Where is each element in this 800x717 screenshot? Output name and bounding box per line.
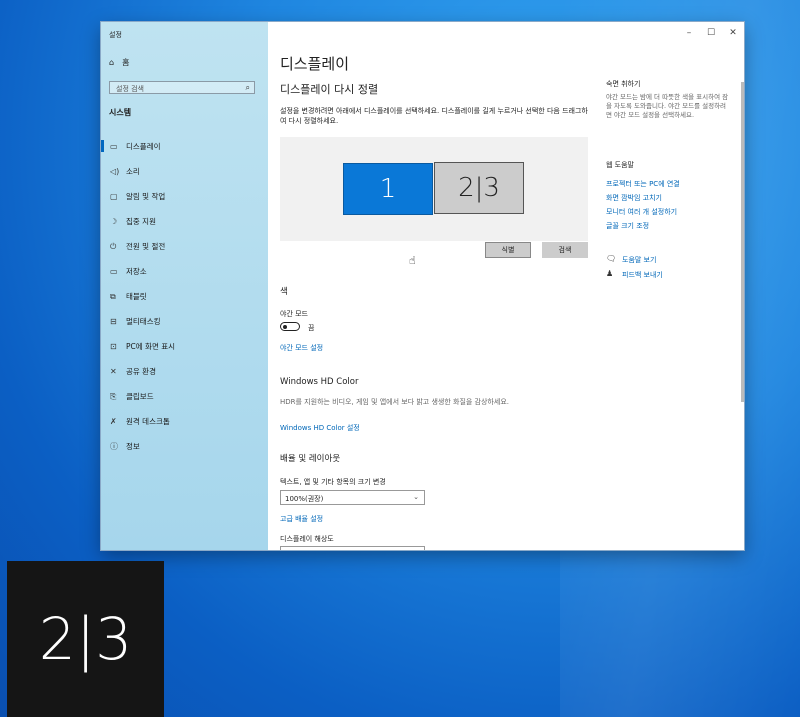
scale-label: 텍스트, 앱 및 기타 항목의 크기 변경 [280, 478, 386, 486]
chevron-down-icon: ⌄ [413, 493, 419, 501]
sidebar-item-notifications[interactable]: ▢ 알림 및 작업 [101, 184, 268, 209]
night-mode-state: 끔 [308, 324, 315, 332]
sidebar-item-display[interactable]: ▭ 디스플레이 [101, 134, 268, 159]
share-icon: ✕ [110, 367, 117, 376]
tablet-icon: ⧉ [110, 291, 116, 301]
search-placeholder: 설정 검색 [116, 85, 144, 93]
sidebar-item-tablet[interactable]: ⧉ 태블릿 [101, 284, 268, 309]
help-chat-icon: 🗨 [606, 254, 617, 263]
rearrange-description: 설정을 변경하려면 아래에서 디스플레이를 선택하세요. 디스플레이를 길게 누… [280, 107, 588, 125]
night-mode-label: 야간 모드 [280, 310, 308, 318]
night-mode-settings-link[interactable]: 야간 모드 설정 [280, 343, 323, 353]
scale-dropdown[interactable]: 100%(권장) ⌄ [280, 490, 425, 505]
sidebar-item-label: 전원 및 절전 [126, 242, 166, 251]
scale-value: 100%(권장) [285, 495, 324, 503]
sidebar-item-label: 알림 및 작업 [126, 192, 166, 201]
sidebar-item-label: 정보 [126, 442, 140, 451]
scale-heading: 배율 및 레이아웃 [280, 454, 341, 464]
detect-button[interactable]: 검색 [542, 242, 588, 258]
help-link-multi-monitor[interactable]: 모니터 여러 개 설정하기 [606, 207, 677, 217]
monitor-icon: ▭ [110, 142, 118, 151]
resolution-label: 디스플레이 해상도 [280, 535, 334, 543]
feedback-link[interactable]: 피드백 보내기 [622, 270, 663, 280]
sidebar-item-remote[interactable]: ✗ 원격 데스크톱 [101, 409, 268, 434]
notification-icon: ▢ [110, 192, 118, 201]
mouse-cursor-icon: ☝ [409, 254, 416, 267]
help-title: 웹 도움말 [606, 161, 634, 169]
sidebar-item-clipboard[interactable]: ⎘ 클립보드 [101, 384, 268, 409]
info-icon: ⓘ [110, 442, 118, 451]
window-controls: – ☐ ✕ [678, 22, 744, 44]
help-link-font-size[interactable]: 글꼴 크기 조정 [606, 221, 649, 231]
sidebar-item-power[interactable]: ⏻ 전원 및 절전 [101, 234, 268, 259]
sidebar-item-sound[interactable]: ◁) 소리 [101, 159, 268, 184]
maximize-button[interactable]: ☐ [700, 22, 722, 44]
sidebar-item-project[interactable]: ⊡ PC에 화면 표시 [101, 334, 268, 359]
page-title: 디스플레이 [280, 55, 350, 73]
resolution-dropdown[interactable] [280, 546, 425, 550]
storage-icon: ▭ [110, 267, 118, 276]
scrollbar[interactable] [741, 82, 744, 402]
clipboard-icon: ⎘ [110, 391, 117, 401]
hd-color-heading: Windows HD Color [280, 377, 359, 387]
search-icon: ⌕ [245, 83, 250, 92]
home-icon: ⌂ [109, 58, 115, 67]
home-link[interactable]: ⌂ 홈 [109, 57, 129, 68]
sidebar-item-label: 공유 환경 [126, 367, 156, 376]
hd-color-settings-link[interactable]: Windows HD Color 설정 [280, 423, 360, 433]
search-input[interactable]: 설정 검색 ⌕ [109, 81, 255, 94]
sleep-title: 숙면 취하기 [606, 80, 641, 88]
sidebar-item-storage[interactable]: ▭ 저장소 [101, 259, 268, 284]
minimize-button[interactable]: – [678, 22, 700, 44]
sidebar-item-label: 클립보드 [126, 392, 154, 401]
help-link-connect[interactable]: 프로젝터 또는 PC에 연결 [606, 179, 680, 189]
project-icon: ⊡ [110, 342, 117, 351]
sidebar-nav: ▭ 디스플레이 ◁) 소리 ▢ 알림 및 작업 ☽ 집중 지원 ⏻ 전원 및 절전 ▭ 저장… [101, 134, 268, 459]
color-heading: 색 [280, 287, 288, 297]
sidebar-item-label: 디스플레이 [126, 142, 161, 151]
sidebar: 설정 ⌂ 홈 설정 검색 ⌕ 시스템 ▭ 디스플레이 ◁) 소리 ▢ 알림 및 작업 … [101, 22, 268, 550]
advanced-scale-link[interactable]: 고급 배율 설정 [280, 514, 323, 524]
monitor-1[interactable]: 1 [343, 163, 433, 215]
sidebar-item-label: 저장소 [126, 267, 147, 276]
section-title: 시스템 [109, 108, 132, 117]
close-button[interactable]: ✕ [722, 22, 744, 44]
display-arrangement-area[interactable]: 1 2|3 [280, 137, 588, 241]
hd-color-description: HDR를 지원하는 비디오, 게임 및 앱에서 보다 밝고 생생한 화질을 감상… [280, 398, 509, 406]
rearrange-heading: 디스플레이 다시 정렬 [280, 83, 379, 96]
sidebar-item-about[interactable]: ⓘ 정보 [101, 434, 268, 459]
home-label: 홈 [122, 58, 130, 67]
moon-icon: ☽ [110, 217, 118, 226]
identify-overlay: 2|3 [7, 561, 164, 717]
multitask-icon: ⊟ [110, 317, 117, 326]
sidebar-item-focus[interactable]: ☽ 집중 지원 [101, 209, 268, 234]
feedback-icon: ♟ [606, 269, 614, 278]
power-icon: ⏻ [110, 241, 117, 251]
sidebar-item-label: 태블릿 [126, 292, 147, 301]
help-link-flicker[interactable]: 화면 깜박임 고치기 [606, 193, 662, 203]
sleep-description: 야간 모드는 밤에 더 따뜻한 색을 표시하여 잠을 자도록 도와줍니다. 야간… [606, 93, 729, 119]
remote-icon: ✗ [110, 417, 117, 426]
settings-window: 설정 ⌂ 홈 설정 검색 ⌕ 시스템 ▭ 디스플레이 ◁) 소리 ▢ 알림 및 작업 … [101, 22, 744, 550]
speaker-icon: ◁) [110, 167, 120, 176]
sidebar-item-label: 멀티태스킹 [126, 317, 161, 326]
identify-button[interactable]: 식별 [485, 242, 531, 258]
sidebar-item-shared[interactable]: ✕ 공유 환경 [101, 359, 268, 384]
night-mode-toggle[interactable] [280, 322, 300, 331]
sidebar-item-multitasking[interactable]: ⊟ 멀티태스킹 [101, 309, 268, 334]
main-content: – ☐ ✕ 디스플레이 디스플레이 다시 정렬 설정을 변경하려면 아래에서 디… [268, 22, 744, 550]
window-title: 설정 [109, 31, 122, 39]
sidebar-item-label: 집중 지원 [126, 217, 156, 226]
monitor-2[interactable]: 2|3 [434, 162, 524, 214]
sidebar-item-label: PC에 화면 표시 [126, 342, 176, 351]
sidebar-item-label: 원격 데스크톱 [126, 417, 170, 426]
sidebar-item-label: 소리 [126, 167, 140, 176]
get-help-link[interactable]: 도움말 보기 [622, 255, 656, 265]
